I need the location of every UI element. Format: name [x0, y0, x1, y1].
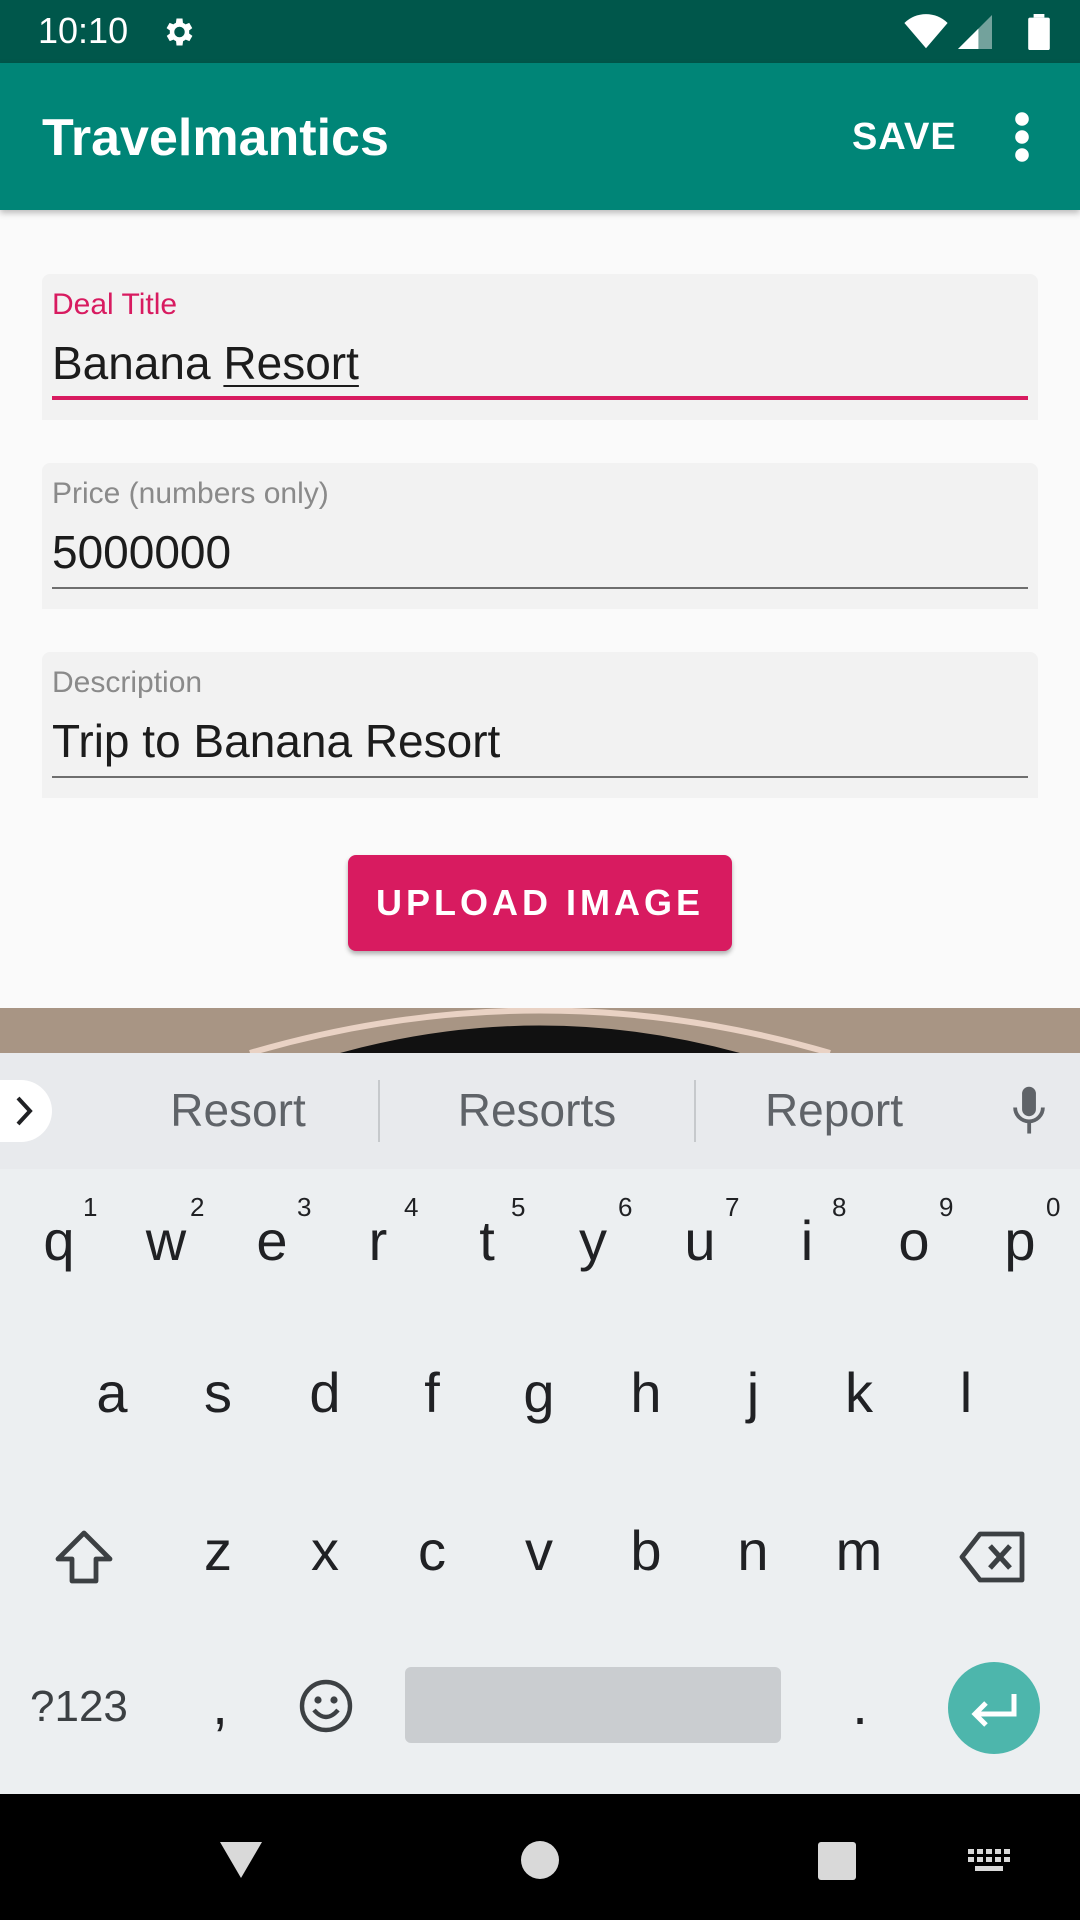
suggestion-divider [694, 1080, 696, 1142]
key-e[interactable]: e [232, 1208, 312, 1273]
key-i[interactable]: i [767, 1208, 847, 1273]
key-w[interactable]: w [126, 1208, 206, 1273]
suggestion-3[interactable]: Report [734, 1083, 934, 1137]
key-n[interactable]: n [713, 1518, 793, 1583]
shift-icon[interactable] [52, 1527, 116, 1587]
key-y[interactable]: y [553, 1208, 633, 1273]
status-time: 10:10 [38, 10, 129, 51]
key-c[interactable]: c [392, 1518, 472, 1583]
save-button[interactable]: SAVE [852, 116, 957, 159]
suggestion-1[interactable]: Resort [138, 1083, 338, 1137]
recents-icon[interactable] [817, 1841, 857, 1881]
microphone-icon[interactable] [1008, 1085, 1050, 1137]
key-x[interactable]: x [285, 1518, 365, 1583]
key-g[interactable]: g [499, 1360, 579, 1425]
app-title: Travelmantics [42, 109, 389, 167]
deal-title-underline [52, 396, 1028, 400]
key-z[interactable]: z [178, 1518, 258, 1583]
home-icon[interactable] [520, 1840, 560, 1880]
price-underline [52, 587, 1028, 589]
key-a[interactable]: a [72, 1360, 152, 1425]
spacebar[interactable] [405, 1667, 781, 1743]
app-bar: Travelmantics SAVE [0, 63, 1080, 210]
price-label: Price (numbers only) [52, 477, 329, 510]
description-underline [52, 776, 1028, 778]
key-q[interactable]: q [19, 1208, 99, 1273]
enter-button[interactable] [948, 1662, 1040, 1754]
more-options-icon[interactable] [1004, 111, 1040, 163]
wifi-icon [904, 14, 948, 49]
key-period[interactable]: . [820, 1672, 900, 1737]
key-t[interactable]: t [447, 1208, 527, 1273]
description-field[interactable]: Description Trip to Banana Resort [42, 652, 1038, 798]
key-v[interactable]: v [499, 1518, 579, 1583]
backspace-icon[interactable] [958, 1530, 1028, 1584]
emoji-icon[interactable] [298, 1678, 354, 1734]
enter-icon [971, 1694, 1017, 1727]
battery-icon [1028, 14, 1050, 50]
upload-image-button[interactable]: UPLOAD IMAGE [348, 855, 732, 951]
key-j[interactable]: j [713, 1360, 793, 1425]
key-l[interactable]: l [926, 1360, 1006, 1425]
key-b[interactable]: b [606, 1518, 686, 1583]
deal-title-composing-text: Resort [223, 337, 359, 389]
key-m[interactable]: m [819, 1518, 899, 1583]
back-icon[interactable] [218, 1840, 264, 1880]
cell-signal-icon [958, 15, 992, 49]
expand-suggestions-button[interactable] [0, 1080, 52, 1142]
deal-image-graphic [0, 1008, 1080, 1053]
key-s[interactable]: s [178, 1360, 258, 1425]
key-o[interactable]: o [874, 1208, 954, 1273]
key-f[interactable]: f [392, 1360, 472, 1425]
price-field[interactable]: Price (numbers only) 5000000 [42, 463, 1038, 609]
deal-image-preview [0, 1008, 1080, 1053]
status-bar: 10:10 [0, 0, 1080, 63]
deal-title-value: Banana Resort [52, 336, 359, 390]
key-u[interactable]: u [660, 1208, 740, 1273]
description-label: Description [52, 666, 203, 699]
deal-title-label: Deal Title [52, 288, 178, 321]
key-k[interactable]: k [819, 1360, 899, 1425]
deal-title-text: Banana [52, 337, 224, 389]
key-comma[interactable]: , [180, 1672, 260, 1737]
price-value: 5000000 [52, 526, 232, 578]
suggestion-2[interactable]: Resorts [437, 1083, 637, 1137]
deal-title-field[interactable]: Deal Title Banana Resort [42, 274, 1038, 420]
key-p[interactable]: p [980, 1208, 1060, 1273]
key-d[interactable]: d [285, 1360, 365, 1425]
suggestion-divider [378, 1080, 380, 1142]
settings-gear-icon [166, 18, 193, 46]
key-r[interactable]: r [338, 1208, 418, 1273]
symbols-key[interactable]: ?123 [30, 1682, 128, 1732]
navigation-bar [0, 1794, 1080, 1920]
chevron-right-icon [16, 1096, 33, 1126]
description-value: Trip to Banana Resort [52, 715, 501, 767]
keyboard-switch-icon[interactable] [968, 1849, 1010, 1875]
key-h[interactable]: h [606, 1360, 686, 1425]
